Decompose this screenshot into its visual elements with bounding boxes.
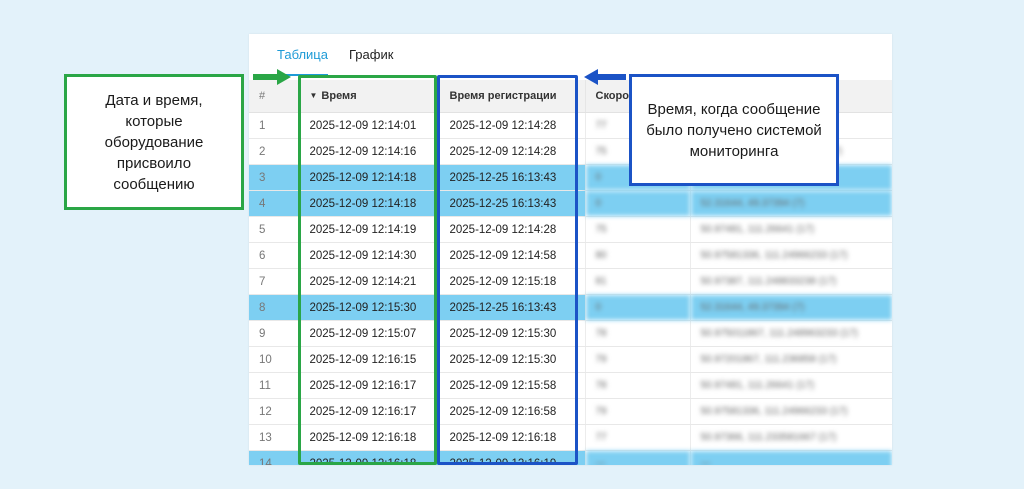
- row-number-cell: 11: [249, 372, 300, 399]
- callout-device-time: Дата и время, которые оборудование присв…: [64, 74, 244, 210]
- speed-cell: 80: [585, 242, 691, 269]
- time-column-highlight: [298, 75, 437, 465]
- registration-column-highlight: [437, 75, 578, 465]
- coordinates-cell: —: [690, 450, 892, 465]
- row-number-cell: 1: [249, 112, 300, 139]
- green-arrow-icon: [253, 69, 291, 85]
- tab-table[interactable]: Таблица: [277, 47, 328, 62]
- coordinates-cell: 50.97387, 111.248833238 (17): [690, 268, 892, 295]
- coordinates-cell: 52.31644, 49.37394 (7): [690, 190, 892, 217]
- callout-server-time: Время, когда сообщение было получено сис…: [629, 74, 839, 186]
- coordinates-cell: 50.97366, 111.233581667 (17): [690, 424, 892, 451]
- row-number-cell: 3: [249, 164, 300, 191]
- callout-device-time-text: Дата и время, которые оборудование присв…: [104, 91, 204, 193]
- speed-cell: 81: [585, 268, 691, 295]
- row-number-cell: 8: [249, 294, 300, 321]
- speed-cell: 0: [585, 190, 691, 217]
- tab-chart[interactable]: График: [349, 47, 393, 62]
- coordinates-cell: 50.97581336, 111.24966233 (17): [690, 398, 892, 425]
- coordinates-cell: 50.97481, 111.26641 (17): [690, 372, 892, 399]
- row-number-cell: 13: [249, 424, 300, 451]
- speed-cell: 78: [585, 372, 691, 399]
- speed-cell: 78: [585, 320, 691, 347]
- coordinates-cell: 52.31644, 49.37394 (7): [690, 294, 892, 321]
- row-number-cell: 10: [249, 346, 300, 373]
- row-number-cell: 12: [249, 398, 300, 425]
- speed-cell: —: [585, 450, 691, 465]
- row-number-cell: 6: [249, 242, 300, 269]
- speed-cell: 0: [585, 294, 691, 321]
- coordinates-cell: 50.97481, 111.26641 (17): [690, 216, 892, 243]
- coordinates-cell: 50.975011867, 111.248963233 (17): [690, 320, 892, 347]
- blue-arrow-icon: [584, 69, 626, 85]
- callout-server-time-text: Время, когда сообщение было получено сис…: [646, 100, 822, 160]
- speed-cell: 79: [585, 398, 691, 425]
- view-tabs: Таблица График: [249, 34, 892, 78]
- row-number-cell: 4: [249, 190, 300, 217]
- coordinates-cell: 50.97581336, 111.24966233 (17): [690, 242, 892, 269]
- speed-cell: 79: [585, 346, 691, 373]
- row-number-cell: 5: [249, 216, 300, 243]
- row-number-cell: 14: [249, 450, 300, 465]
- coordinates-cell: 50.97201867, 111.236858 (17): [690, 346, 892, 373]
- row-number-cell: 9: [249, 320, 300, 347]
- row-number-cell: 7: [249, 268, 300, 295]
- speed-cell: 75: [585, 216, 691, 243]
- speed-cell: 77: [585, 424, 691, 451]
- row-number-cell: 2: [249, 138, 300, 165]
